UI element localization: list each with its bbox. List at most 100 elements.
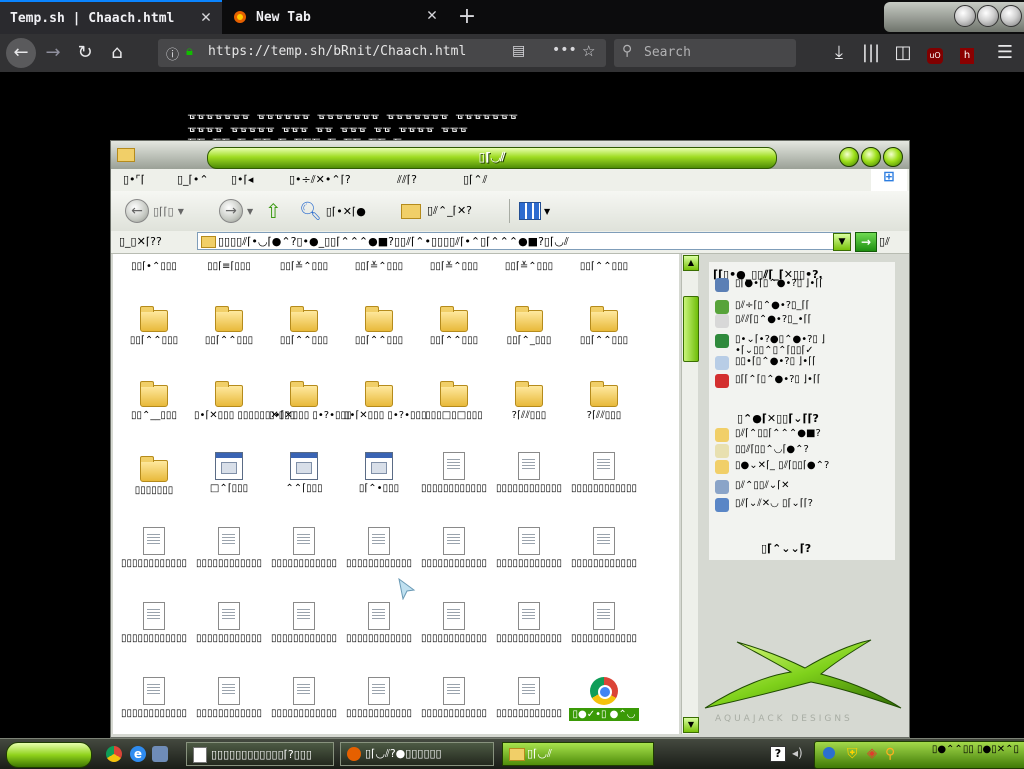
menu-favorites[interactable]: ▯•÷⫽✕•⌃⌈? <box>289 173 351 187</box>
minimize-button[interactable] <box>839 147 859 167</box>
task-link[interactable]: ▯•⌄⌈•?●▯⌃●•?▯ ⌋•⌈⌄▯▯⌃▯⌃⌈▯▯⌈✓ <box>715 334 885 356</box>
task-link[interactable]: ▯⌈⌈⌃⌈▯⌃●•?▯ ⌋•⌈⌈ <box>715 374 885 388</box>
doc-file-item[interactable]: ▯▯▯▯▯▯▯▯▯▯▯▯ <box>569 527 639 569</box>
exe-file-item[interactable]: □⌃⌈▯▯▯ <box>194 452 264 494</box>
folder-item[interactable]: ▯▯▯▯▯▯▯ <box>119 452 189 496</box>
doc-file-item[interactable]: ▯▯▯▯▯▯▯▯▯▯▯▯ <box>494 527 564 569</box>
address-input[interactable]: ▯▯▯▯⫽⌈•◡⌈●⌃?▯•●_▯▯⌈⌃⌃⌃●■?▯▯⫽⌈⌃•▯▯▯▯⫽⌈•⌃▯… <box>197 232 851 250</box>
doc-file-item[interactable]: ▯▯▯▯▯▯▯▯▯▯▯▯ <box>194 677 264 719</box>
menu-file[interactable]: ▯•⌜⌈ <box>123 173 145 186</box>
search-field[interactable]: ⚲ Search <box>614 39 796 67</box>
place-link[interactable]: ▯▯⫽⌈▯▯⌃◡⌈●⌃? <box>715 444 885 458</box>
reload-button[interactable]: ↻ <box>70 38 100 68</box>
url-text[interactable]: https://temp.sh/bRnit/Chaach.html <box>208 44 466 59</box>
close-tab-icon[interactable]: ✕ <box>198 9 214 26</box>
home-button[interactable]: ⌂ <box>102 38 132 68</box>
doc-file-item[interactable]: ▯▯▯▯▯▯▯▯▯▯▯▯ <box>344 602 414 644</box>
extension-icon[interactable]: h <box>952 38 982 68</box>
go-label[interactable]: ▯⫽ <box>879 235 890 249</box>
ublock-icon[interactable]: uO <box>920 38 950 68</box>
file-item[interactable]: ▯▯⌈≚⌃▯▯▯ <box>494 258 564 272</box>
go-button[interactable]: → <box>855 232 877 252</box>
help-icon[interactable]: ? <box>770 746 786 762</box>
task-link[interactable]: ▯⌈●•⌈▯⌃●•?▯ ⌋•⌈⌈ <box>715 278 885 292</box>
menu-icon[interactable]: ☰ <box>990 38 1020 68</box>
shield-icon[interactable]: ⛨ <box>847 746 858 762</box>
place-link[interactable]: ▯⫽⌃▯▯⫽⌄⌈✕ <box>715 480 885 494</box>
downloads-icon[interactable]: ⤓ <box>824 38 854 68</box>
doc-file-item[interactable]: ▯▯▯▯▯▯▯▯▯▯▯▯ <box>194 527 264 569</box>
close-button[interactable] <box>1000 5 1022 27</box>
info-icon[interactable]: ⓘ <box>166 44 179 63</box>
forward-button[interactable]: → <box>38 38 68 68</box>
antivirus-icon[interactable]: ◈ <box>867 746 877 761</box>
task-link[interactable]: ▯⫽÷⌈▯⌃●•?▯_⌈⌈ <box>715 300 885 314</box>
folder-item[interactable]: ▯•⌈✕▯▯▯ ▯▯▯▯▯▯✕▯▯▯ <box>194 377 295 421</box>
doc-file-item[interactable]: ▯▯▯▯▯▯▯▯▯▯▯▯ <box>494 602 564 644</box>
doc-file-item[interactable]: ▯▯▯▯▯▯▯▯▯▯▯▯ <box>119 677 189 719</box>
search-button[interactable]: 🔍︎ ▯⌈•✕⌈● <box>299 198 366 224</box>
scroll-down-button[interactable]: ▼ <box>683 717 699 733</box>
folder-item[interactable]: ▯▯⌈⌃⌃▯▯▯ <box>344 302 414 346</box>
start-button[interactable] <box>6 742 92 768</box>
tab-temp-sh[interactable]: Temp.sh | Chaach.html ✕ <box>0 0 222 34</box>
file-item[interactable]: ▯▯⌈•⌃▯▯▯ <box>119 258 189 272</box>
maximize-button[interactable] <box>861 147 881 167</box>
folder-item[interactable]: ▯▯⌈⌃⌃▯▯▯ <box>569 302 639 346</box>
folder-item[interactable]: ▯•⌈✕▯▯▯ ▯•?•▯▯▯ <box>269 377 352 421</box>
taskbar-item-notepad[interactable]: ▯▯▯▯▯▯▯▯▯▯▯▯⌈?▯▯▯ <box>186 742 334 766</box>
file-item[interactable]: ▯▯⌈≚⌃▯▯▯ <box>344 258 414 272</box>
scroll-thumb[interactable] <box>683 296 699 362</box>
forward-button[interactable]: → ▼ <box>219 198 253 224</box>
doc-file-item[interactable]: ▯▯▯▯▯▯▯▯▯▯▯▯ <box>494 677 564 719</box>
menu-edit[interactable]: ▯_⌈•⌃ <box>177 173 209 186</box>
address-dropdown-button[interactable]: ▼ <box>833 233 851 251</box>
back-button[interactable]: ← ▯⌈⌈▯ ▼ <box>125 198 184 224</box>
file-item[interactable]: ▯▯⌈≚⌃▯▯▯ <box>419 258 489 272</box>
doc-file-item[interactable]: ▯▯▯▯▯▯▯▯▯▯▯▯ <box>269 602 339 644</box>
doc-file-item[interactable]: ▯▯▯▯▯▯▯▯▯▯▯▯ <box>569 452 639 494</box>
folder-item[interactable]: ?⌈⫽⫽▯▯▯ <box>569 377 639 421</box>
file-item[interactable]: ▯▯⌈≚⌃▯▯▯ <box>269 258 339 272</box>
place-link[interactable]: ▯●⌄✕⌈_ ▯⫽⌈▯▯⌈●⌃? <box>715 460 885 474</box>
folder-item[interactable]: ▯▯⌈⌃⌃▯▯▯ <box>194 302 264 346</box>
doc-file-item[interactable]: ▯▯▯▯▯▯▯▯▯▯▯▯ <box>569 602 639 644</box>
vertical-scrollbar[interactable]: ▲ ▼ <box>681 254 699 734</box>
doc-file-item[interactable]: ▯▯▯▯▯▯▯▯▯▯▯▯ <box>344 527 414 569</box>
shortcut-file-item[interactable]: ▯⌈⌃•▯▯▯ <box>344 452 414 494</box>
folder-item[interactable]: ▯▯⌈⌃_▯▯▯ <box>494 302 564 346</box>
menu-tools[interactable]: ⫽⫽⌈? <box>397 173 417 187</box>
internet-explorer-icon[interactable]: e <box>130 746 146 762</box>
place-link[interactable]: ▯⫽⌈⌃▯▯⌈⌃⌃⌃●■? <box>715 428 885 442</box>
sidebar-icon[interactable]: ◫ <box>888 38 918 68</box>
doc-file-item[interactable]: ▯▯▯▯▯▯▯▯▯▯▯▯ <box>419 602 489 644</box>
chrome-file-item[interactable]: ▯●✓•▯ ●⌃◡ <box>569 677 639 721</box>
doc-file-item[interactable]: ▯▯▯▯▯▯▯▯▯▯▯▯ <box>494 452 564 494</box>
reader-view-icon[interactable]: ▤ <box>512 43 525 59</box>
taskbar-item-explorer[interactable]: ▯⌈◡⫽ <box>502 742 654 766</box>
maximize-button[interactable] <box>977 5 999 27</box>
network-tray-icon[interactable] <box>823 747 835 759</box>
doc-file-item[interactable]: ▯▯▯▯▯▯▯▯▯▯▯▯ <box>119 602 189 644</box>
file-item[interactable]: ▯▯⌈≡⌈▯▯▯ <box>194 258 264 272</box>
close-tab-icon[interactable]: ✕ <box>424 7 440 24</box>
folder-item[interactable]: ▯▯⌈⌃⌃▯▯▯ <box>419 302 489 346</box>
doc-file-item[interactable]: ▯▯▯▯▯▯▯▯▯▯▯▯ <box>419 677 489 719</box>
new-tab-button[interactable]: + <box>454 4 480 30</box>
folders-button[interactable]: ▯⫽⌃_⌈✕? <box>401 198 472 224</box>
minimize-button[interactable] <box>954 5 976 27</box>
page-actions-icon[interactable]: ••• <box>552 42 577 58</box>
doc-file-item[interactable]: ▯▯▯▯▯▯▯▯▯▯▯▯ <box>119 527 189 569</box>
folder-item[interactable]: ▯▯▯□▯□▯▯▯ <box>419 377 489 421</box>
url-bar[interactable]: ⓘ 🔒︎ https://temp.sh/bRnit/Chaach.html ▤… <box>158 39 606 67</box>
menu-view[interactable]: ▯•⌈◂ <box>231 173 253 186</box>
task-link[interactable]: ▯▯•⌈▯⌃●•?▯ ⌋•⌈⌈ <box>715 356 885 370</box>
views-button[interactable]: ▼ <box>519 198 550 224</box>
doc-file-item[interactable]: ▯▯▯▯▯▯▯▯▯▯▯▯ <box>419 452 489 494</box>
back-button[interactable]: ← <box>6 38 36 68</box>
folder-item[interactable]: ?⌈⫽⫽▯▯▯ <box>494 377 564 421</box>
up-folder-button[interactable]: ⇧ <box>265 198 282 224</box>
folder-item[interactable]: ▯•⌈✕▯▯▯ ▯•?•▯▯▯ <box>344 377 427 421</box>
library-icon[interactable]: ||| <box>856 38 886 68</box>
scroll-up-button[interactable]: ▲ <box>683 255 699 271</box>
